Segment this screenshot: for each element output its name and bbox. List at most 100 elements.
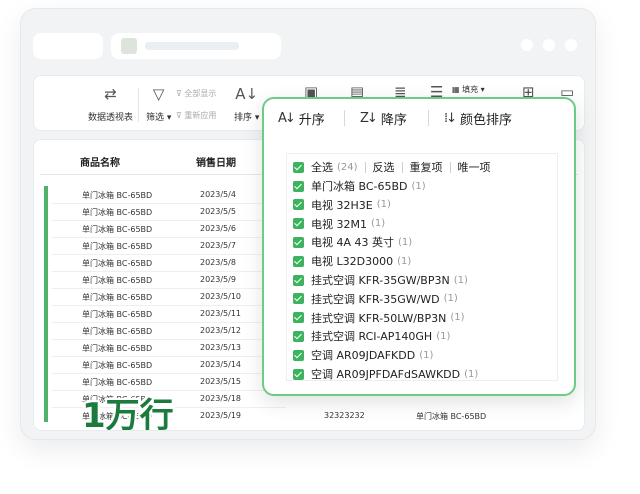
item-checkbox[interactable]: [293, 236, 304, 248]
sort-descending-button[interactable]: Z↓ 降序: [360, 105, 407, 131]
item-count: (1): [464, 368, 479, 380]
maximize-dot[interactable]: [543, 39, 555, 51]
cell-product[interactable]: 单门冰箱 BC-65BD: [82, 275, 152, 286]
reapply-button[interactable]: ⊽ 重新应用: [176, 110, 216, 121]
cell-product[interactable]: 单门冰箱 BC-65BD: [82, 241, 152, 252]
sort-by-color-label: 颜色排序: [460, 112, 513, 128]
item-label: 挂式空调 KFR-35GW/WD: [311, 292, 440, 306]
doc-icon: [121, 38, 137, 54]
cell-product[interactable]: 单门冰箱 BC-65BD: [82, 190, 152, 201]
cell-product[interactable]: 单门冰箱 BC-65BD: [82, 224, 152, 235]
filter-item[interactable]: 空调 AR09JDAFKDD (1): [293, 346, 433, 364]
fill-button[interactable]: ▦ 填充 ▾: [452, 84, 485, 95]
filter-item[interactable]: 挂式空调 KFR-35GW/BP3N (1): [293, 271, 468, 289]
minimize-dot[interactable]: [521, 39, 533, 51]
unique-link[interactable]: 唯一项: [458, 159, 491, 175]
cell-date[interactable]: 2023/5/12: [200, 326, 241, 335]
filter-item[interactable]: 挂式空调 RCI-AP140GH (1): [293, 327, 450, 345]
sort-button[interactable]: A↓ 排序 ▾: [234, 86, 259, 123]
select-all-count: (24): [337, 161, 358, 173]
cell-date[interactable]: 2023/5/19: [200, 411, 241, 420]
item-checkbox[interactable]: [293, 274, 304, 286]
pivot-table-label: 数据透视表: [88, 113, 134, 123]
item-label: 空调 AR09JPFDAFdSAWKDD: [311, 368, 461, 381]
item-checkbox[interactable]: [293, 368, 304, 380]
cell-product[interactable]: 单门冰箱 BC-65BD: [82, 360, 152, 371]
cell-date[interactable]: 2023/5/11: [200, 309, 241, 318]
item-count: (1): [450, 312, 465, 324]
pivot-table-button[interactable]: ⇄ 数据透视表: [88, 86, 133, 123]
reapply-label: 重新应用: [184, 111, 217, 120]
sort-descending-icon: Z↓: [360, 110, 378, 126]
cell-product[interactable]: 单门冰箱 BC-65BD: [82, 377, 152, 388]
cell-date[interactable]: 2023/5/6: [200, 224, 236, 233]
show-all-button[interactable]: ⊽ 全部显示: [176, 88, 216, 99]
cell-product[interactable]: 单门冰箱 BC-65BD: [82, 258, 152, 269]
cell-date[interactable]: 2023/5/4: [200, 190, 236, 199]
document-tab[interactable]: [111, 33, 281, 59]
cell-product[interactable]: 单门冰箱 BC-65BD: [82, 326, 152, 337]
cell-date[interactable]: 2023/5/15: [200, 377, 241, 386]
filter-item[interactable]: 电视 4A 43 英寸 (1): [293, 233, 412, 251]
item-count: (1): [436, 330, 451, 342]
window-controls: [521, 39, 577, 51]
filter-label: 筛选: [146, 113, 165, 123]
filter-item[interactable]: 电视 32H3E (1): [293, 196, 391, 214]
select-all-checkbox[interactable]: [293, 161, 304, 173]
filter-popup: A↓ 升序 Z↓ 降序 ⁞↓ 颜色排序 全选 (24) 反选 重复项 唯一项 单…: [262, 97, 576, 396]
filter-item[interactable]: 电视 32M1 (1): [293, 215, 385, 233]
cell-date[interactable]: 2023/5/8: [200, 258, 236, 267]
item-label: 挂式空调 KFR-35GW/BP3N: [311, 274, 450, 287]
invert-selection-link[interactable]: 反选: [373, 159, 395, 175]
item-count: (1): [376, 199, 391, 211]
column-header-product[interactable]: 商品名称: [80, 154, 120, 169]
item-label: 电视 L32D3000: [311, 255, 394, 269]
filter-item[interactable]: 挂式空调 KFR-35GW/WD (1): [293, 290, 458, 308]
duplicates-link[interactable]: 重复项: [410, 159, 443, 175]
item-count: (1): [443, 293, 458, 305]
filter-value-list: 全选 (24) 反选 重复项 唯一项 单门冰箱 BC-65BD (1) 电视 32H…: [286, 153, 558, 381]
item-count: (1): [398, 236, 413, 248]
filter-item[interactable]: 挂式空调 KFR-50LW/BP3N (1): [293, 309, 464, 327]
select-all-label[interactable]: 全选: [311, 159, 333, 175]
cell-product[interactable]: 单门冰箱 BC-65BD: [82, 309, 152, 320]
cell-date[interactable]: 2023/5/13: [200, 343, 241, 352]
filter-item[interactable]: 单门冰箱 BC-65BD (1): [293, 177, 426, 195]
item-label: 电视 32M1: [311, 217, 367, 231]
filter-item[interactable]: 电视 L32D3000 (1): [293, 252, 411, 270]
cell-date[interactable]: 2023/5/9: [200, 275, 236, 284]
show-all-label: 全部显示: [184, 89, 217, 98]
item-checkbox[interactable]: [293, 255, 304, 267]
sort-divider: [428, 110, 429, 126]
item-checkbox[interactable]: [293, 330, 304, 342]
sort-ascending-button[interactable]: A↓ 升序: [278, 105, 325, 131]
column-header-date[interactable]: 销售日期: [196, 154, 236, 169]
item-checkbox[interactable]: [293, 312, 304, 324]
cell-product[interactable]: 单门冰箱 BC-65BD: [82, 207, 152, 218]
option-divider: [401, 161, 403, 173]
cell-date[interactable]: 2023/5/14: [200, 360, 241, 369]
cell-product[interactable]: 单门冰箱 BC-65BD: [82, 343, 152, 354]
item-label: 空调 AR09JDAFKDD: [311, 349, 416, 363]
cell-product-2[interactable]: 单门冰箱 BC-65BD: [416, 411, 486, 422]
cell-date[interactable]: 2023/5/10: [200, 292, 241, 301]
cell-code[interactable]: 32323232: [324, 411, 365, 420]
sort-ascending-label: 升序: [298, 112, 325, 128]
close-dot[interactable]: [565, 39, 577, 51]
item-checkbox[interactable]: [293, 349, 304, 361]
back-tab[interactable]: [33, 33, 103, 59]
ribbon-divider: [138, 88, 139, 122]
filter-item[interactable]: 空调 AR09JPFDAFdSAWKDD (1): [293, 365, 478, 383]
item-checkbox[interactable]: [293, 180, 304, 192]
item-checkbox[interactable]: [293, 218, 304, 230]
item-checkbox[interactable]: [293, 293, 304, 305]
filter-button[interactable]: ▽ 筛选 ▾: [146, 86, 171, 123]
item-checkbox[interactable]: [293, 199, 304, 211]
cell-date[interactable]: 2023/5/7: [200, 241, 236, 250]
cell-product[interactable]: 单门冰箱 BC-65BD: [82, 292, 152, 303]
cell-date[interactable]: 2023/5/18: [200, 394, 241, 403]
pivot-table-icon: ⇄: [104, 85, 117, 103]
cell-date[interactable]: 2023/5/5: [200, 207, 236, 216]
sort-options: A↓ 升序 Z↓ 降序 ⁞↓ 颜色排序: [264, 105, 574, 133]
sort-by-color-button[interactable]: ⁞↓ 颜色排序: [444, 105, 512, 131]
